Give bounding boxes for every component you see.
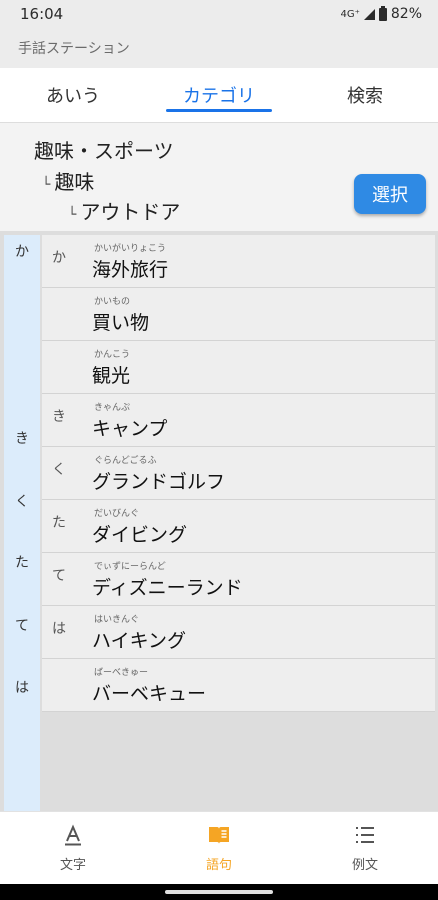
index-item-ka[interactable]: か — [4, 241, 40, 261]
group-label: て — [52, 568, 66, 584]
word-reading: だいびんぐ — [94, 509, 140, 519]
word-reading: ばーべきゅー — [94, 668, 149, 678]
word-reading: かんこう — [94, 350, 131, 360]
signal-icon — [363, 8, 375, 20]
word-list-area: か き く た て は か かいがいりょこう 海外旅行 かいもの 買い物 かんこ… — [0, 231, 438, 815]
nav-phrases[interactable]: 語句 — [146, 812, 292, 884]
group-label: く — [52, 462, 66, 478]
list-item[interactable]: かいもの 買い物 — [42, 288, 435, 341]
word-list: か かいがいりょこう 海外旅行 かいもの 買い物 かんこう 観光 き きゃんぷ … — [42, 235, 435, 712]
word-label: 海外旅行 — [92, 259, 169, 281]
category-breadcrumb: 趣味・スポーツ └ 趣味 └ アウトドア 選択 — [0, 123, 438, 231]
word-label: キャンプ — [92, 418, 168, 440]
nav-letters[interactable]: 文字 — [0, 812, 146, 884]
select-button[interactable]: 選択 — [354, 174, 426, 214]
nav-examples[interactable]: 例文 — [292, 812, 438, 884]
word-reading: かいがいりょこう — [94, 244, 167, 254]
gesture-handle[interactable] — [165, 890, 273, 894]
index-item-ki[interactable]: き — [4, 428, 40, 448]
breadcrumb-level3: └ アウトドア — [68, 196, 180, 225]
nav-letters-label: 文字 — [59, 858, 86, 873]
list-item[interactable]: ばーべきゅー バーベキュー — [42, 659, 435, 712]
index-item-te[interactable]: て — [4, 615, 40, 635]
word-reading: ぐらんどごるふ — [94, 456, 157, 466]
word-label: 買い物 — [92, 312, 150, 334]
list-item[interactable]: く ぐらんどごるふ グランドゴルフ — [42, 447, 435, 500]
word-reading: きゃんぷ — [94, 403, 131, 413]
list-item[interactable]: かんこう 観光 — [42, 341, 435, 394]
group-label: た — [52, 515, 66, 531]
tab-aiu[interactable]: あいう — [0, 68, 146, 122]
group-label: き — [52, 409, 66, 425]
word-reading: はいきんぐ — [94, 615, 140, 625]
list-icon — [356, 827, 374, 843]
group-label: か — [52, 250, 66, 266]
word-label: 観光 — [92, 365, 131, 387]
letter-a-icon — [65, 824, 81, 846]
list-item[interactable]: か かいがいりょこう 海外旅行 — [42, 235, 435, 288]
breadcrumb-level2: └ 趣味 — [42, 166, 94, 195]
breadcrumb-level1-label: 趣味・スポーツ — [34, 139, 174, 163]
status-time: 16:04 — [20, 5, 64, 23]
tab-category[interactable]: カテゴリ — [146, 68, 292, 122]
app-bar: 手話ステーション — [0, 28, 438, 68]
branch-icon: └ — [68, 207, 77, 223]
list-item[interactable]: て でぃずにーらんど ディズニーランド — [42, 553, 435, 606]
network-type: 4G⁺ — [340, 8, 360, 20]
app-title: 手話ステーション — [18, 41, 130, 57]
word-label: グランドゴルフ — [92, 471, 226, 493]
word-label: バーベキュー — [92, 683, 207, 705]
bottom-navigation: 文字 語句 例文 — [0, 811, 438, 884]
nav-examples-label: 例文 — [351, 858, 378, 873]
breadcrumb-level3-label: アウトドア — [80, 200, 181, 224]
branch-icon: └ — [42, 177, 51, 193]
index-item-ha[interactable]: は — [4, 677, 40, 697]
index-item-ku[interactable]: く — [4, 491, 40, 511]
list-item[interactable]: は はいきんぐ ハイキング — [42, 606, 435, 659]
group-label: は — [52, 621, 66, 637]
list-item[interactable]: き きゃんぷ キャンプ — [42, 394, 435, 447]
word-reading: でぃずにーらんど — [94, 562, 166, 572]
battery-icon — [378, 5, 387, 21]
book-icon — [209, 827, 229, 844]
battery-level: 82% — [390, 6, 422, 22]
kana-index-bar[interactable]: か き く た て は — [4, 235, 40, 815]
breadcrumb-level1: 趣味・スポーツ — [34, 135, 174, 164]
gesture-bar — [0, 884, 438, 900]
tab-search[interactable]: 検索 — [292, 68, 438, 122]
status-bar: 16:04 4G⁺ 82% — [0, 0, 438, 28]
tab-bar: あいう カテゴリ 検索 — [0, 68, 438, 123]
status-icons: 4G⁺ 82% — [340, 5, 422, 22]
word-label: ダイビング — [92, 524, 188, 546]
word-label: ディズニーランド — [92, 577, 243, 599]
list-item[interactable]: た だいびんぐ ダイビング — [42, 500, 435, 553]
nav-phrases-label: 語句 — [205, 858, 232, 873]
index-item-ta[interactable]: た — [4, 552, 40, 572]
word-label: ハイキング — [92, 630, 187, 652]
breadcrumb-level2-label: 趣味 — [54, 170, 95, 194]
word-reading: かいもの — [94, 297, 131, 307]
